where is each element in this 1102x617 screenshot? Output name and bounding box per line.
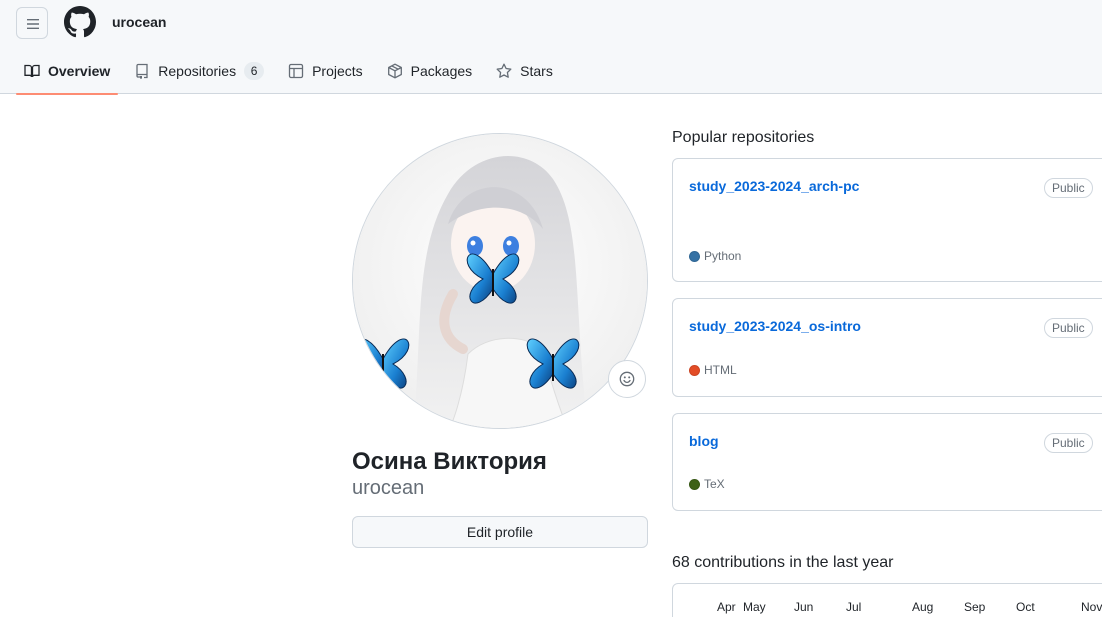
tab-packages[interactable]: Packages [379, 48, 480, 94]
month-label: Aug [912, 600, 934, 614]
repo-icon [136, 63, 148, 79]
month-label: Sep [964, 600, 986, 614]
language-color-dot [689, 364, 700, 376]
tab-stars-label: Stars [520, 63, 553, 79]
hamburger-icon [27, 19, 39, 29]
profile-login: urocean [352, 477, 425, 499]
tab-repositories-label: Repositories [158, 63, 237, 79]
repositories-count: 6 [244, 62, 265, 80]
repo-card: blog Public TeX [672, 413, 1102, 511]
language-color-dot [689, 478, 700, 490]
set-status-button[interactable] [608, 360, 646, 398]
repo-language: HTML [689, 363, 737, 377]
contributions-title: 68 contributions in the last year [672, 554, 894, 571]
tab-packages-label: Packages [410, 63, 473, 79]
month-label: Oct [1016, 600, 1035, 614]
star-icon [496, 63, 512, 78]
top-header: urocean Overview Repositories 6 Projects… [0, 0, 1102, 95]
popular-repos-title: Popular repositories [672, 129, 815, 146]
tab-projects-label: Projects [312, 63, 363, 79]
month-label: Apr [717, 600, 736, 614]
smiley-icon [619, 371, 635, 387]
repo-card: study_2023-2024_arch-pc Public Python [672, 158, 1102, 282]
profile-full-name: Осина Виктория [352, 448, 547, 475]
visibility-badge: Public [1044, 178, 1093, 198]
month-label: Jun [794, 600, 814, 614]
github-logo-icon[interactable] [64, 6, 96, 38]
avatar-image [353, 134, 647, 428]
repo-link[interactable]: blog [689, 433, 719, 449]
contribution-graph [672, 583, 1102, 617]
visibility-badge: Public [1044, 433, 1093, 453]
edit-profile-button[interactable]: Edit profile [352, 516, 648, 548]
month-label: Nov [1081, 600, 1102, 614]
header-username[interactable]: urocean [112, 14, 166, 30]
table-icon [288, 63, 304, 79]
language-color-dot [689, 250, 700, 262]
tab-overview-label: Overview [48, 63, 111, 79]
month-label: Jul [846, 600, 862, 614]
tab-overview[interactable]: Overview [16, 48, 119, 95]
profile-avatar[interactable] [352, 133, 648, 429]
tab-repositories[interactable]: Repositories 6 [126, 48, 272, 94]
tab-projects[interactable]: Projects [280, 48, 371, 94]
repo-language: Python [689, 249, 741, 263]
repo-link[interactable]: study_2023-2024_os-intro [689, 318, 861, 334]
language-label: TeX [704, 477, 725, 491]
month-label: May [743, 600, 766, 614]
visibility-badge: Public [1044, 318, 1093, 338]
book-icon [24, 64, 40, 78]
profile-tabs: Overview Repositories 6 Projects Package… [16, 48, 569, 95]
menu-button[interactable] [16, 7, 48, 39]
repo-language: TeX [689, 477, 725, 491]
language-label: Python [704, 249, 742, 263]
repo-card: study_2023-2024_os-intro Public HTML [672, 298, 1102, 397]
package-icon [387, 63, 402, 79]
tab-stars[interactable]: Stars [488, 48, 561, 94]
repo-link[interactable]: study_2023-2024_arch-pc [689, 178, 859, 194]
language-label: HTML [704, 363, 737, 377]
